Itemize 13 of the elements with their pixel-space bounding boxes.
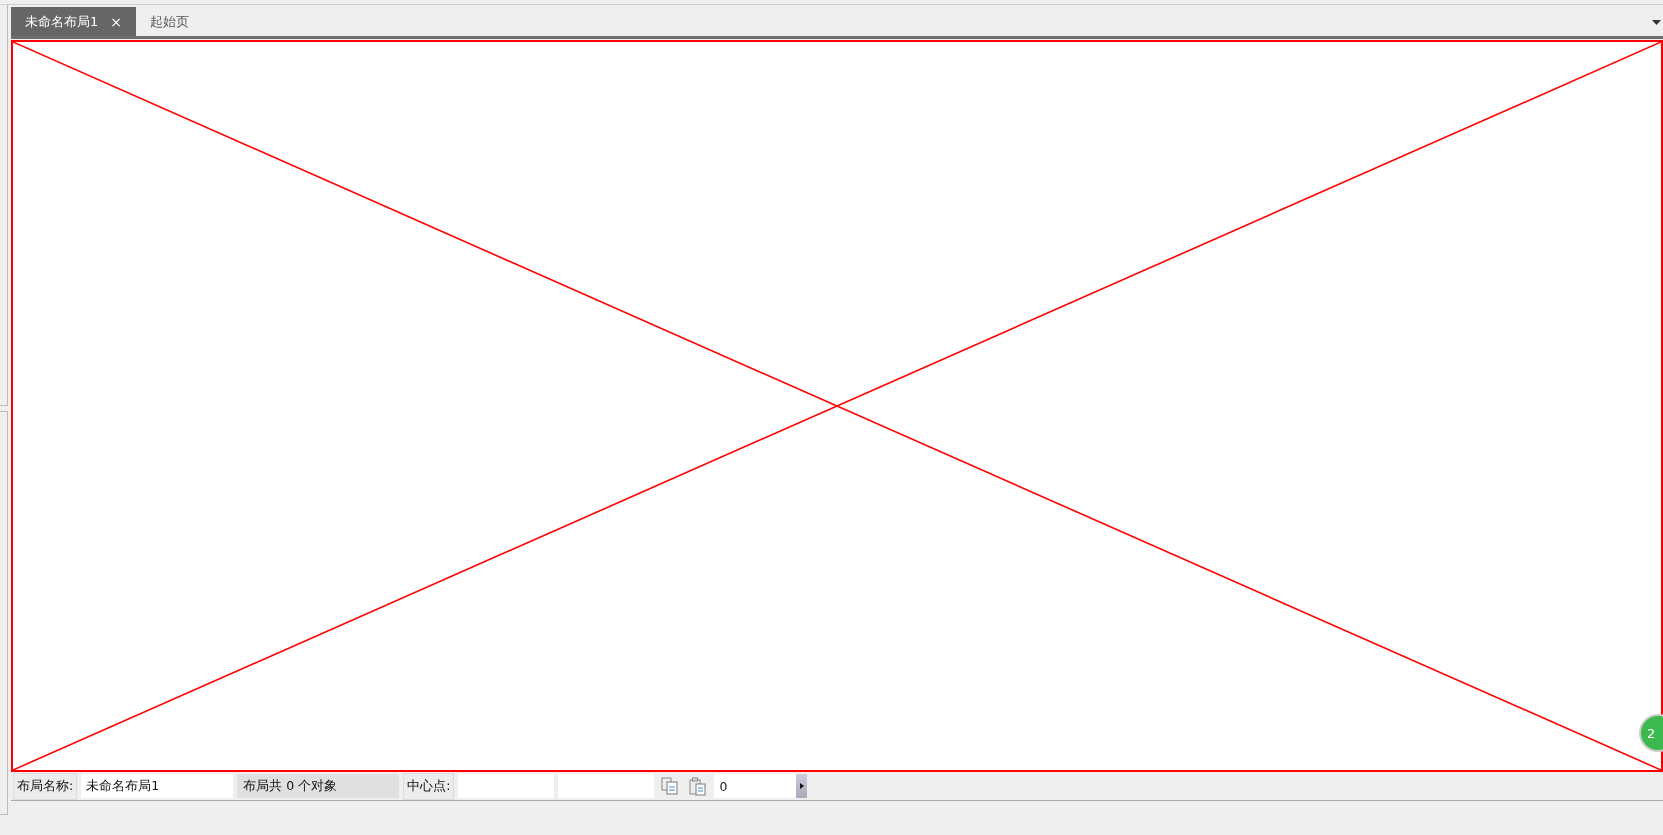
spin-button[interactable]: [796, 774, 808, 798]
dropdown-arrow-icon[interactable]: [1652, 20, 1661, 26]
layout-name-field[interactable]: 未命名布局1: [81, 774, 234, 798]
number-field[interactable]: 0: [714, 774, 797, 798]
copy-icon[interactable]: [660, 776, 681, 796]
document-tab[interactable]: 未命名布局1 ×: [11, 7, 136, 36]
object-count: 布局共 0 个对象: [237, 774, 400, 798]
document-tab[interactable]: 起始页: [136, 7, 203, 36]
center-point-label: 中心点:: [403, 772, 455, 800]
paste-icon[interactable]: [688, 776, 709, 796]
layout-name-label: 布局名称:: [13, 772, 78, 800]
caret-icon: [799, 783, 804, 789]
close-icon[interactable]: ×: [110, 13, 122, 30]
